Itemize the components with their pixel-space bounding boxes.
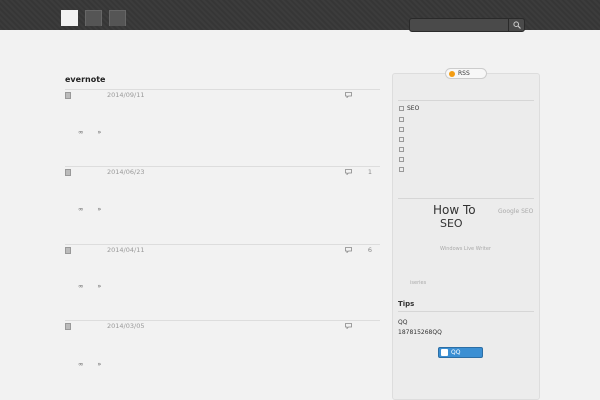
search-button[interactable] [508, 19, 524, 31]
comment-icon [345, 169, 352, 175]
post-title[interactable]: evernote [65, 75, 380, 84]
document-icon [65, 323, 71, 330]
document-icon [65, 247, 71, 254]
post-date: 2014/03/05 [107, 322, 145, 330]
category-item[interactable] [399, 155, 407, 164]
category-item[interactable] [399, 135, 407, 144]
tag-link[interactable]: Windows Live Writer [440, 246, 491, 252]
document-icon [65, 92, 71, 99]
folder-icon [399, 147, 404, 152]
post-meta: 2014/09/11 [65, 89, 380, 100]
folder-icon [399, 117, 404, 122]
tag-link[interactable]: SEO [440, 217, 463, 230]
link-icon: ∞ [78, 360, 84, 368]
post-date: 2014/04/11 [107, 246, 145, 254]
post-comments[interactable]: 1 [368, 167, 372, 178]
category-item[interactable] [399, 125, 407, 134]
nav-tab-2[interactable] [85, 10, 102, 26]
search-icon [513, 21, 521, 29]
post-meta: 2014/06/23 1 [65, 166, 380, 177]
tag-link[interactable]: Google SEO [498, 208, 533, 215]
rss-subscribe-button[interactable]: RSS [445, 68, 487, 79]
category-item[interactable] [399, 115, 407, 124]
link-icon: ∞ [78, 282, 84, 290]
post-meta: 2014/04/11 6 [65, 244, 380, 255]
top-nav-bar [0, 0, 600, 32]
read-more-link[interactable]: ∞» [78, 128, 101, 136]
link-icon: ∞ [78, 205, 84, 213]
tag-link[interactable]: How To [433, 203, 476, 217]
tips-heading: Tips [398, 300, 415, 308]
post-date: 2014/06/23 [107, 168, 145, 176]
folder-icon [399, 167, 404, 172]
post-comments[interactable]: 6 [368, 245, 372, 256]
read-more-link[interactable]: ∞» [78, 205, 101, 213]
read-more-link[interactable]: ∞» [78, 282, 101, 290]
folder-icon [399, 157, 404, 162]
nav-tab-3[interactable] [109, 10, 126, 26]
comment-icon [345, 92, 352, 98]
rss-label: RSS [458, 70, 470, 77]
join-qq-group-button[interactable]: QQ [438, 347, 483, 358]
comment-icon [345, 247, 352, 253]
post-meta: 2014/03/05 [65, 320, 380, 331]
divider [398, 100, 534, 101]
folder-icon [399, 127, 404, 132]
tag-link[interactable]: iseries [410, 280, 426, 286]
document-icon [65, 169, 71, 176]
divider [398, 311, 534, 312]
nav-tab-home[interactable] [61, 10, 78, 26]
category-item[interactable]: SEO [399, 104, 419, 113]
search-input[interactable] [413, 20, 509, 31]
divider [398, 198, 534, 199]
comment-icon [345, 323, 352, 329]
qq-button-label: QQ [451, 349, 461, 356]
tips-text: 187815268QQ [398, 329, 442, 336]
read-more-link[interactable]: ∞» [78, 360, 101, 368]
link-icon: ∞ [78, 128, 84, 136]
tips-text: QQ [398, 319, 408, 326]
rss-icon [449, 71, 455, 77]
folder-icon [399, 106, 404, 111]
category-item[interactable] [399, 145, 407, 154]
qq-penguin-icon [441, 349, 448, 356]
category-item[interactable] [399, 165, 407, 174]
post-date: 2014/09/11 [107, 91, 145, 99]
search-box [409, 18, 525, 32]
folder-icon [399, 137, 404, 142]
